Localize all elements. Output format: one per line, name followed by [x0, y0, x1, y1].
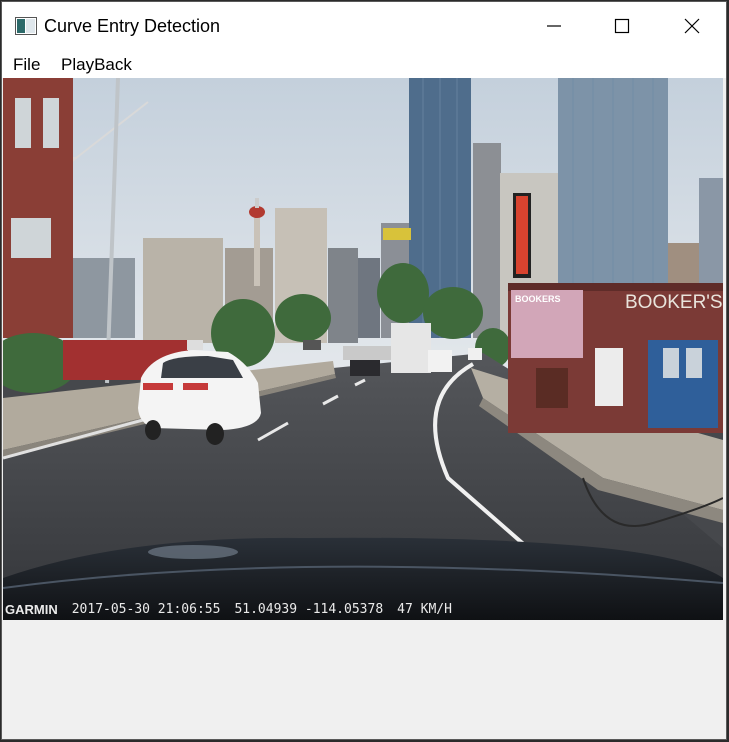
yellow-billboard [383, 228, 411, 240]
overlay-brand: GARMIN [5, 601, 58, 617]
menu-bar: File PlayBack [2, 50, 726, 78]
bookers-building: BOOKERS BOOKER'S [508, 283, 723, 433]
maximize-button[interactable] [599, 2, 645, 50]
window-title: Curve Entry Detection [44, 16, 221, 36]
left-brick-building [3, 78, 73, 338]
menu-file[interactable]: File [11, 55, 42, 75]
dashcam-overlay: GARMIN 2017-05-30 21:06:55 51.04939 -114… [5, 599, 452, 619]
overlay-datetime: 2017-05-30 21:06:55 [71, 601, 221, 617]
dashcam-scene: BOOKERS BOOKER'S [3, 78, 723, 620]
vertical-bookers-sign [513, 193, 531, 278]
close-icon [684, 18, 700, 34]
app-window-icon [15, 17, 37, 35]
app-window: Curve Entry Detection File PlayBack BOOK… [1, 1, 727, 740]
maximize-icon [614, 18, 630, 34]
video-frame: BOOKERS BOOKER'S GARMIN 2017-05-30 21:06… [3, 78, 723, 620]
minimize-icon [547, 25, 561, 27]
overlay-coordinates: 51.04939 -114.05378 [234, 601, 384, 617]
bookers-billboard-text: BOOKERS [515, 294, 561, 304]
minimize-button[interactable] [531, 2, 577, 50]
menu-playback[interactable]: PlayBack [59, 55, 134, 75]
title-bar[interactable]: Curve Entry Detection [2, 2, 726, 50]
bookers-wall-sign: BOOKER'S [625, 292, 723, 313]
overlay-speed: 47 KM/H [397, 601, 452, 617]
close-button[interactable] [669, 2, 715, 50]
